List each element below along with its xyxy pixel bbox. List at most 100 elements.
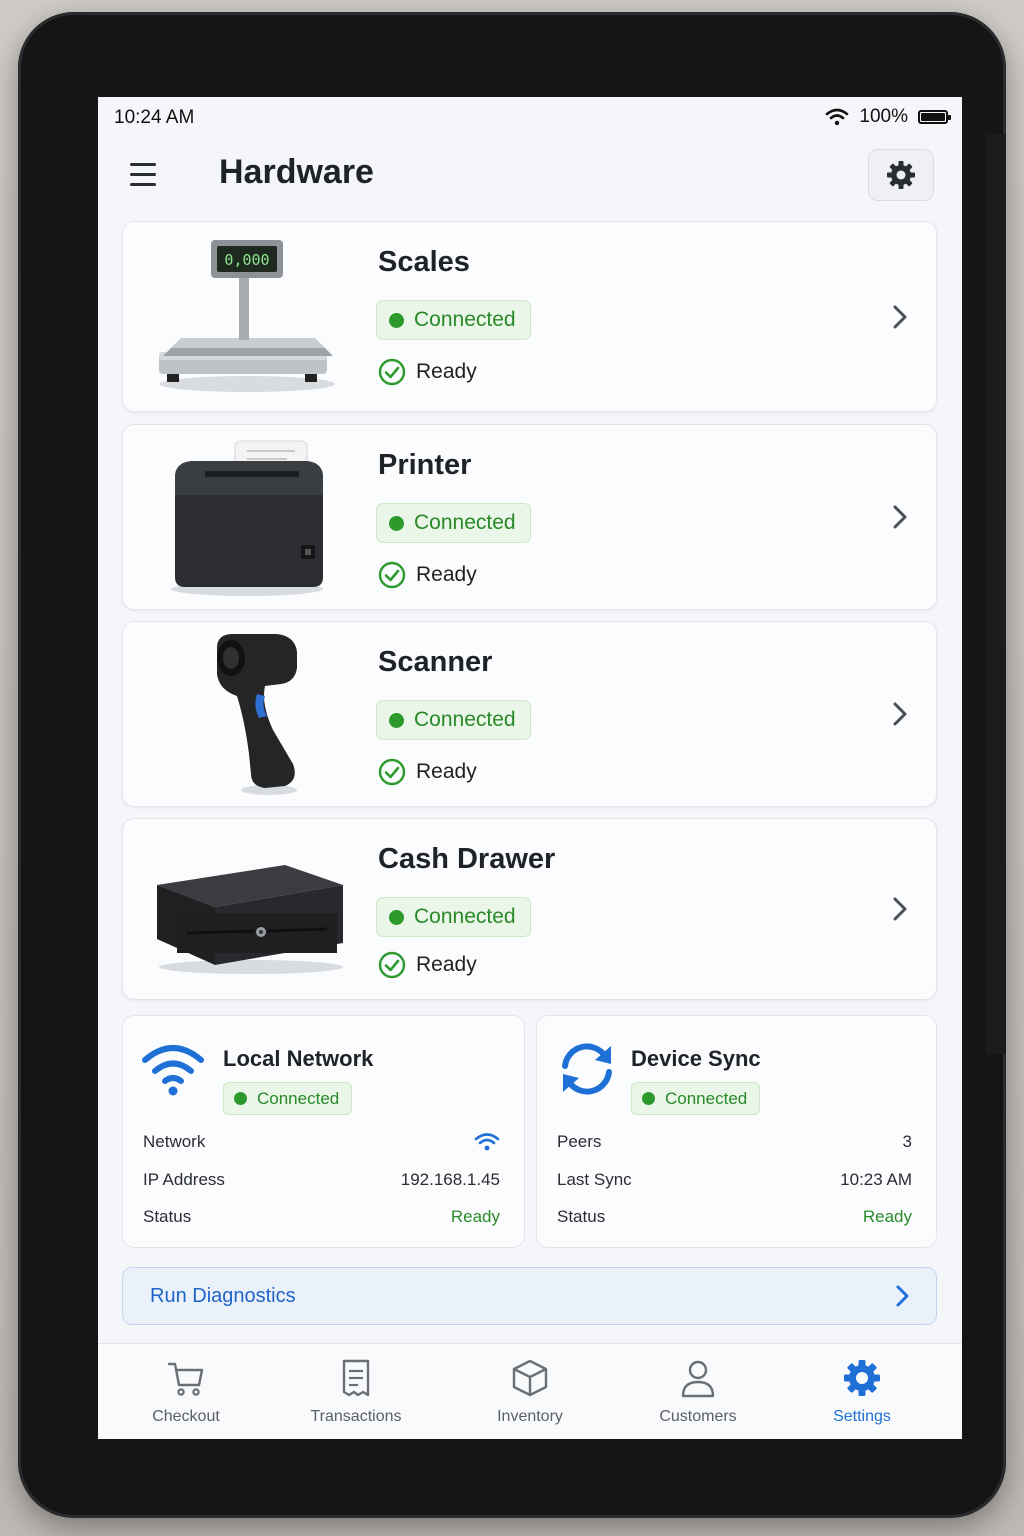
barcode-scanner-image [217,634,297,795]
device-name: Cash Drawer [378,843,556,875]
screen: 10:24 AM 100% Hardware 0,000 Scales Conn… [98,97,962,1439]
tab-customers[interactable]: Customers [628,1358,768,1426]
info-row-peers: Peers 3 [557,1132,912,1152]
scale-display-readout: 0,000 [224,251,269,269]
battery-percent: 100% [859,106,908,127]
tab-checkout[interactable]: Checkout [116,1358,256,1426]
row-label: Network [143,1132,206,1151]
card-title: Local Network [223,1046,374,1071]
tablet-side-button [986,134,1006,1054]
header: Hardware [98,147,962,207]
device-card-scanner[interactable]: Scanner Connected Ready [122,621,937,807]
ready-status: Ready [378,951,477,979]
status-dot-icon [389,712,404,728]
connection-status-text: Connected [414,905,516,928]
row-label: Status [143,1207,192,1226]
wifi-icon [142,1045,204,1096]
device-card-scales[interactable]: 0,000 Scales Connected Ready [122,221,937,412]
info-row-network: Network [143,1132,500,1152]
connection-status-badge: Connected [223,1082,353,1115]
tab-label: Inventory [497,1408,563,1425]
menu-icon[interactable] [130,163,160,189]
status-dot-icon [389,312,404,328]
device-name: Scanner [378,646,493,678]
gear-icon [887,161,915,189]
bottom-tab-bar: Checkout Transactions Inventory Customer… [98,1343,962,1439]
connection-status-text: Connected [257,1088,340,1108]
status-dot-icon [389,515,404,531]
status-time: 10:24 AM [114,107,195,128]
device-name: Printer [378,449,472,481]
ready-text: Ready [416,760,477,783]
tab-label: Transactions [310,1408,402,1425]
status-value: Ready [862,1207,912,1226]
sync-icon [562,1043,612,1095]
status-right: 100% [825,106,951,128]
row-label: Status [557,1207,606,1226]
gear-icon [844,1360,880,1396]
device-card-cash-drawer[interactable]: Cash Drawer Connected Ready [122,818,937,1000]
ready-status: Ready [378,561,477,589]
box-icon [512,1359,548,1397]
run-diagnostics-label: Run Diagnostics [150,1285,296,1307]
info-row-status: Status Ready [557,1207,912,1227]
ready-status: Ready [378,758,477,786]
chevron-right-icon [893,897,907,921]
connection-status-text: Connected [414,511,516,534]
chevron-right-icon [896,1285,909,1307]
connection-status-badge: Connected [376,897,531,937]
receipt-icon [342,1359,370,1397]
wifi-signal-icon [474,1133,500,1151]
check-circle-icon [378,951,406,979]
cart-icon [167,1362,204,1396]
ip-address-value: 192.168.1.45 [400,1170,500,1189]
check-circle-icon [378,561,406,589]
battery-icon [918,110,951,124]
check-circle-icon [378,758,406,786]
status-value: Ready [450,1207,500,1226]
status-dot-icon [389,909,404,925]
row-label: Last Sync [557,1170,632,1189]
local-network-card[interactable]: Local Network Connected Network IP Addre… [122,1015,525,1248]
status-dot-icon [234,1092,247,1105]
header-settings-button[interactable] [868,149,934,201]
wifi-status-icon [826,108,849,126]
chevron-right-icon [893,702,907,726]
ready-status: Ready [378,358,477,386]
ready-text: Ready [416,360,477,383]
card-title: Device Sync [631,1046,761,1071]
chevron-right-icon [893,305,907,328]
info-row-status: Status Ready [143,1207,500,1227]
connection-status-badge: Connected [376,700,531,740]
device-sync-card[interactable]: Device Sync Connected Peers 3 Last Sync … [536,1015,937,1248]
row-label: Peers [557,1132,602,1151]
tab-settings[interactable]: Settings [792,1358,932,1426]
status-dot-icon [642,1092,655,1105]
device-card-printer[interactable]: Printer Connected Ready [122,424,937,610]
peers-value: 3 [902,1132,912,1151]
info-row-last-sync: Last Sync 10:23 AM [557,1170,912,1190]
tab-label: Settings [833,1408,891,1425]
tab-inventory[interactable]: Inventory [460,1358,600,1426]
run-diagnostics-button[interactable]: Run Diagnostics [122,1267,937,1325]
cash-drawer-image [157,865,343,974]
tab-label: Checkout [152,1408,220,1425]
ready-text: Ready [416,563,477,586]
tab-transactions[interactable]: Transactions [286,1358,426,1426]
device-name: Scales [378,246,470,278]
check-circle-icon [378,358,406,386]
page-title: Hardware [219,153,374,191]
connection-status-text: Connected [414,708,516,731]
ready-text: Ready [416,953,477,976]
printer-image [171,440,323,596]
connection-status-text: Connected [414,308,516,331]
person-icon [681,1360,715,1398]
scale-image: 0,000 [159,240,335,392]
connection-status-badge: Connected [376,503,531,543]
tab-label: Customers [659,1408,737,1425]
last-sync-value: 10:23 AM [840,1170,912,1189]
info-row-ip: IP Address 192.168.1.45 [143,1170,500,1190]
row-label: IP Address [143,1170,225,1189]
connection-status-text: Connected [665,1088,748,1108]
tablet-frame: 10:24 AM 100% Hardware 0,000 Scales Conn… [18,12,1006,1518]
